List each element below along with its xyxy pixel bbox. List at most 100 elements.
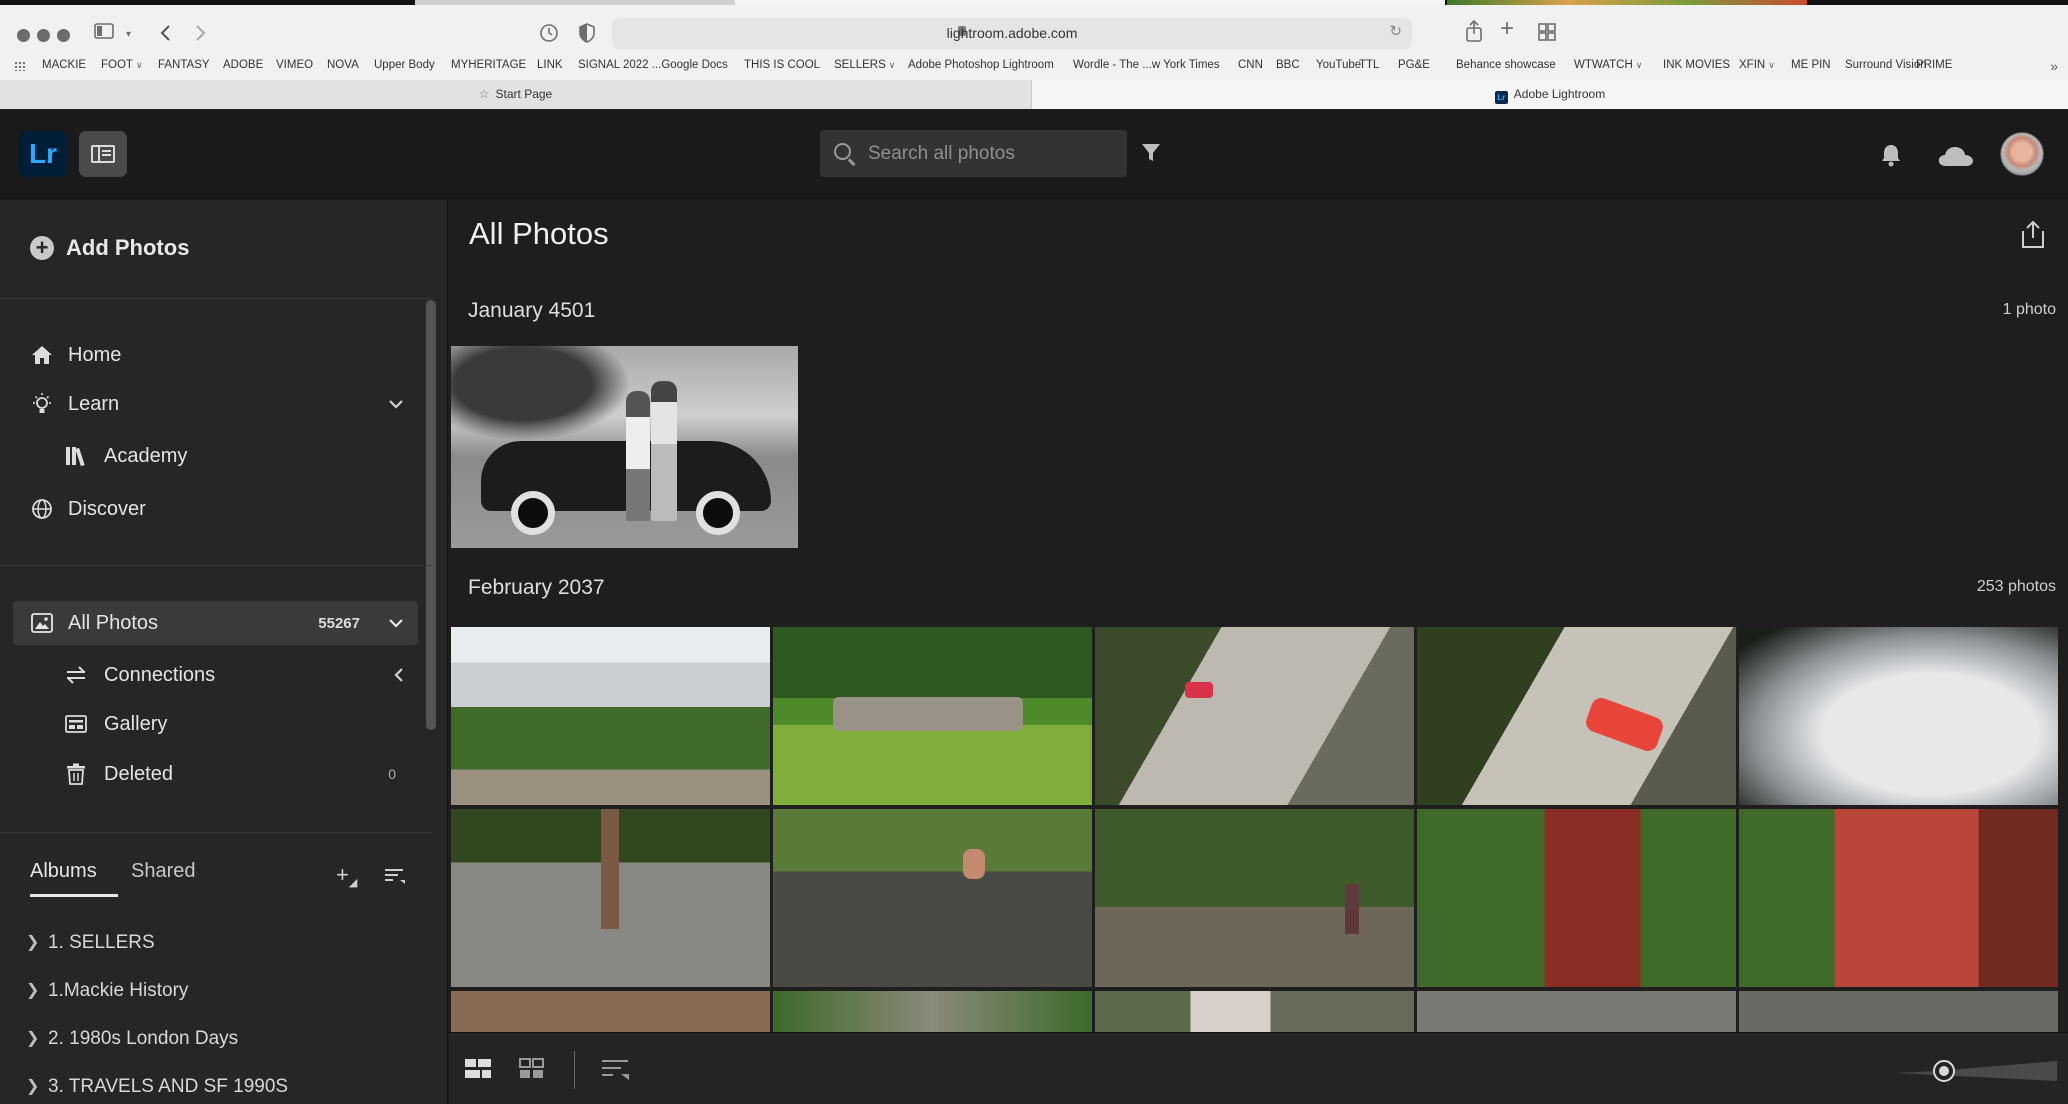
square-grid-view-icon[interactable] (518, 1057, 546, 1081)
photo-thumbnail[interactable] (1417, 809, 1736, 987)
chevron-right-icon[interactable]: ❯ (26, 1028, 39, 1048)
photo-thumbnail[interactable] (1095, 991, 1414, 1032)
chevron-right-icon[interactable]: ❯ (26, 1076, 39, 1096)
sidebar-item-gallery[interactable]: Gallery (0, 703, 432, 745)
notifications-bell-icon[interactable] (1880, 142, 1902, 168)
album-item[interactable]: ❯ 2. 1980s London Days (0, 1019, 432, 1059)
close-window-icon[interactable] (17, 29, 30, 42)
photo-thumbnail[interactable] (1739, 627, 2058, 805)
bookmark-item[interactable]: THIS IS COOL (744, 59, 820, 71)
privacy-shield-icon[interactable] (578, 22, 596, 44)
zoom-slider-track[interactable] (1897, 1061, 2057, 1081)
share-icon[interactable] (2020, 220, 2046, 250)
apps-grid-icon[interactable] (14, 61, 26, 71)
cloud-sync-icon[interactable] (1937, 144, 1975, 168)
bookmark-item[interactable]: Wordle - The ...w York Times (1073, 59, 1220, 71)
chevron-right-icon[interactable]: ❯ (26, 980, 39, 1000)
photo-thumbnail[interactable] (773, 627, 1092, 805)
photo-thumbnail[interactable] (1739, 991, 2058, 1032)
sidebar-item-learn[interactable]: Learn (0, 383, 432, 425)
tab-adobe-lightroom[interactable]: Lr Adobe Lightroom (1032, 80, 2068, 109)
album-item[interactable]: ❯ 3. TRAVELS AND SF 1990S (0, 1067, 432, 1104)
forward-icon[interactable] (194, 23, 208, 43)
sidebar-item-connections[interactable]: Connections (0, 654, 432, 696)
reload-icon[interactable]: ↻ (1389, 22, 1402, 40)
bookmark-item[interactable]: Adobe Photoshop Lightroom (908, 59, 1054, 71)
photo-thumbnail[interactable] (451, 346, 798, 548)
photo-thumbnail[interactable] (773, 991, 1092, 1032)
bookmark-item[interactable]: WTWATCH ∨ (1574, 59, 1642, 71)
back-icon[interactable] (158, 23, 172, 43)
chevron-down-icon[interactable]: ▾ (126, 23, 131, 47)
photo-thumbnail[interactable] (1095, 809, 1414, 987)
bookmark-item[interactable]: NOVA (327, 59, 359, 71)
sidebar-item-all-photos[interactable]: All Photos 55267 (13, 601, 418, 645)
panel-toggle-button[interactable] (79, 131, 127, 177)
bookmark-item[interactable]: CNN (1238, 59, 1263, 71)
bookmark-item[interactable]: SELLERS ∨ (834, 59, 895, 71)
address-bar[interactable]: lightroom.adobe.com ↻ (612, 18, 1412, 49)
photo-thumbnail[interactable] (451, 627, 770, 805)
album-item[interactable]: ❯ 1.Mackie History (0, 971, 432, 1011)
bookmark-item[interactable]: Upper Body (374, 59, 435, 71)
bookmark-item[interactable]: XFIN ∨ (1739, 59, 1775, 71)
grid-view-icon[interactable] (464, 1057, 492, 1081)
photo-thumbnail[interactable] (451, 991, 770, 1032)
bookmark-item[interactable]: FOOT ∨ (101, 59, 143, 71)
bookmark-item[interactable]: ADOBE (223, 59, 263, 71)
new-tab-icon[interactable]: + (1500, 17, 1514, 41)
add-photos-button[interactable]: + Add Photos (30, 232, 189, 264)
sidebar-toggle-icon[interactable] (94, 22, 116, 42)
bookmark-item[interactable]: PG&E (1398, 59, 1430, 71)
bookmark-item[interactable]: ME PIN (1791, 59, 1831, 71)
chevron-down-icon[interactable] (388, 399, 404, 409)
history-icon[interactable] (539, 23, 559, 43)
more-bookmarks-icon[interactable]: » (2050, 58, 2058, 74)
tab-shared[interactable]: Shared (131, 860, 196, 883)
tab-albums[interactable]: Albums (30, 860, 97, 883)
bookmark-item[interactable]: MYHERITAGE (451, 59, 526, 71)
bookmark-item[interactable]: FANTASY (158, 59, 210, 71)
sort-icon[interactable] (601, 1057, 631, 1081)
bookmark-item[interactable]: INK MOVIES (1663, 59, 1730, 71)
sidebar-item-academy[interactable]: Academy (0, 435, 432, 477)
bookmark-item[interactable]: Surround Vision (1845, 59, 1927, 71)
album-item[interactable]: ❯ 1. SELLERS (0, 923, 432, 963)
tab-overview-icon[interactable] (1537, 22, 1557, 42)
chevron-down-icon[interactable] (388, 618, 404, 628)
bookmark-item[interactable]: TTL (1359, 59, 1379, 71)
search-input[interactable]: Search all photos (820, 130, 1127, 177)
lightroom-logo[interactable]: Lr (19, 131, 67, 177)
bookmark-item[interactable]: MACKIE (42, 59, 86, 71)
bookmark-label: Upper Body (374, 59, 435, 71)
bookmark-item[interactable]: VIMEO (276, 59, 313, 71)
chevron-right-icon[interactable]: ❯ (26, 932, 39, 952)
bookmarks-bar: MACKIE FOOT ∨ FANTASY ADOBE VIMEO NOVA Upper Bo… (0, 56, 2068, 78)
bookmark-item[interactable]: YouTube (1316, 59, 1361, 71)
zoom-slider-handle[interactable] (1933, 1060, 1955, 1082)
bookmark-item[interactable]: PRIME (1916, 59, 1952, 71)
chevron-left-icon[interactable] (394, 667, 404, 683)
avatar[interactable] (2000, 132, 2044, 176)
sidebar-item-discover[interactable]: Discover (0, 488, 432, 530)
sidebar-item-home[interactable]: Home (0, 334, 432, 376)
photo-thumbnail[interactable] (773, 809, 1092, 987)
photo-thumbnail[interactable] (1417, 627, 1736, 805)
bookmark-item[interactable]: SIGNAL 2022 ...Google Docs (578, 59, 728, 71)
photo-thumbnail[interactable] (1095, 627, 1414, 805)
bookmark-item[interactable]: LINK (537, 59, 563, 71)
bookmark-item[interactable]: BBC (1276, 59, 1300, 71)
tab-start-page[interactable]: ☆ Start Page (0, 80, 1032, 109)
share-page-icon[interactable] (1464, 19, 1484, 43)
bookmark-item[interactable]: Behance showcase (1456, 59, 1556, 71)
photo-thumbnail[interactable] (1739, 809, 2058, 987)
sort-albums-icon[interactable] (384, 868, 406, 884)
zoom-window-icon[interactable] (57, 29, 70, 42)
minimize-window-icon[interactable] (37, 29, 50, 42)
sidebar-item-deleted[interactable]: Deleted 0 (0, 753, 432, 795)
photo-thumbnail[interactable] (1417, 991, 1736, 1032)
add-album-icon[interactable]: +◢ (336, 862, 357, 889)
photo-thumbnail[interactable] (451, 809, 770, 987)
filter-icon[interactable] (1140, 142, 1162, 164)
url-text[interactable]: lightroom.adobe.com (612, 25, 1412, 41)
